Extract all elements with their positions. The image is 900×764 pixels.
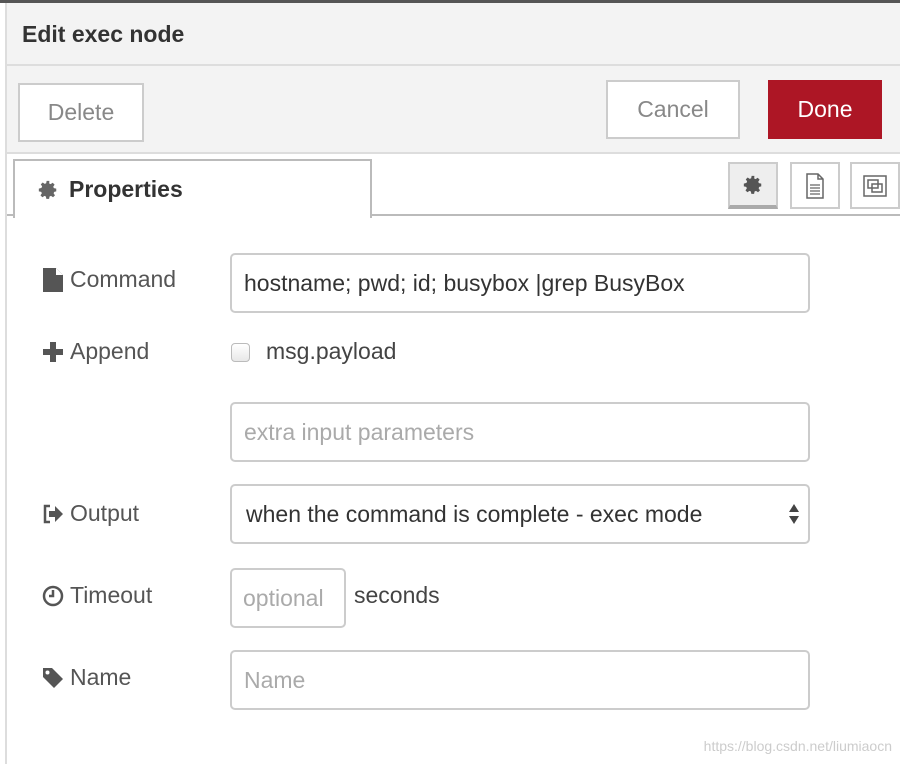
tag-icon bbox=[43, 667, 63, 688]
name-input[interactable]: Name bbox=[230, 650, 810, 710]
clock-icon bbox=[42, 585, 64, 606]
tab-bar: Properties bbox=[7, 154, 900, 218]
name-label-text: Name bbox=[70, 664, 132, 690]
timeout-label-text: Timeout bbox=[70, 582, 153, 608]
append-payload-label: msg.payload bbox=[266, 338, 397, 364]
name-label: Name bbox=[42, 664, 131, 691]
extra-parameters-input[interactable]: extra input parameters bbox=[230, 402, 810, 462]
file-icon bbox=[43, 267, 63, 292]
tab-properties-label: Properties bbox=[69, 176, 183, 202]
properties-tab-button[interactable] bbox=[728, 162, 778, 209]
description-tab-button[interactable] bbox=[790, 162, 840, 209]
timeout-label: Timeout bbox=[42, 582, 152, 609]
command-input[interactable]: hostname; pwd; id; busybox |grep BusyBox bbox=[230, 253, 810, 313]
gear-icon bbox=[743, 175, 762, 194]
dialog-header: Edit exec node bbox=[7, 3, 900, 66]
tab-properties[interactable]: Properties bbox=[13, 159, 372, 218]
output-label-text: Output bbox=[70, 500, 140, 526]
cancel-button[interactable]: Cancel bbox=[606, 80, 740, 139]
output-select-value: when the command is complete - exec mode bbox=[246, 500, 703, 527]
watermark: https://blog.csdn.net/liumiaocn bbox=[703, 738, 892, 754]
plus-icon bbox=[43, 341, 63, 362]
timeout-input[interactable]: optional bbox=[230, 568, 346, 628]
gear-icon bbox=[38, 180, 57, 199]
append-label: Append bbox=[42, 338, 149, 365]
document-icon bbox=[806, 172, 824, 199]
append-label-text: Append bbox=[70, 338, 150, 364]
dialog-toolbar: Delete Cancel Done bbox=[7, 66, 900, 154]
output-select[interactable]: when the command is complete - exec mode bbox=[230, 484, 810, 544]
output-label: Output bbox=[42, 500, 139, 527]
appearance-tab-button[interactable] bbox=[850, 162, 900, 209]
command-label-text: Command bbox=[70, 266, 177, 292]
command-label: Command bbox=[42, 266, 176, 293]
timeout-unit: seconds bbox=[354, 582, 440, 608]
delete-button[interactable]: Delete bbox=[18, 83, 144, 142]
append-payload-checkbox[interactable] bbox=[231, 343, 250, 362]
dialog-title: Edit exec node bbox=[22, 21, 185, 47]
select-arrows-icon bbox=[789, 504, 799, 524]
done-button[interactable]: Done bbox=[768, 80, 882, 139]
frame-icon bbox=[863, 174, 887, 197]
sign-out-icon bbox=[43, 504, 63, 523]
